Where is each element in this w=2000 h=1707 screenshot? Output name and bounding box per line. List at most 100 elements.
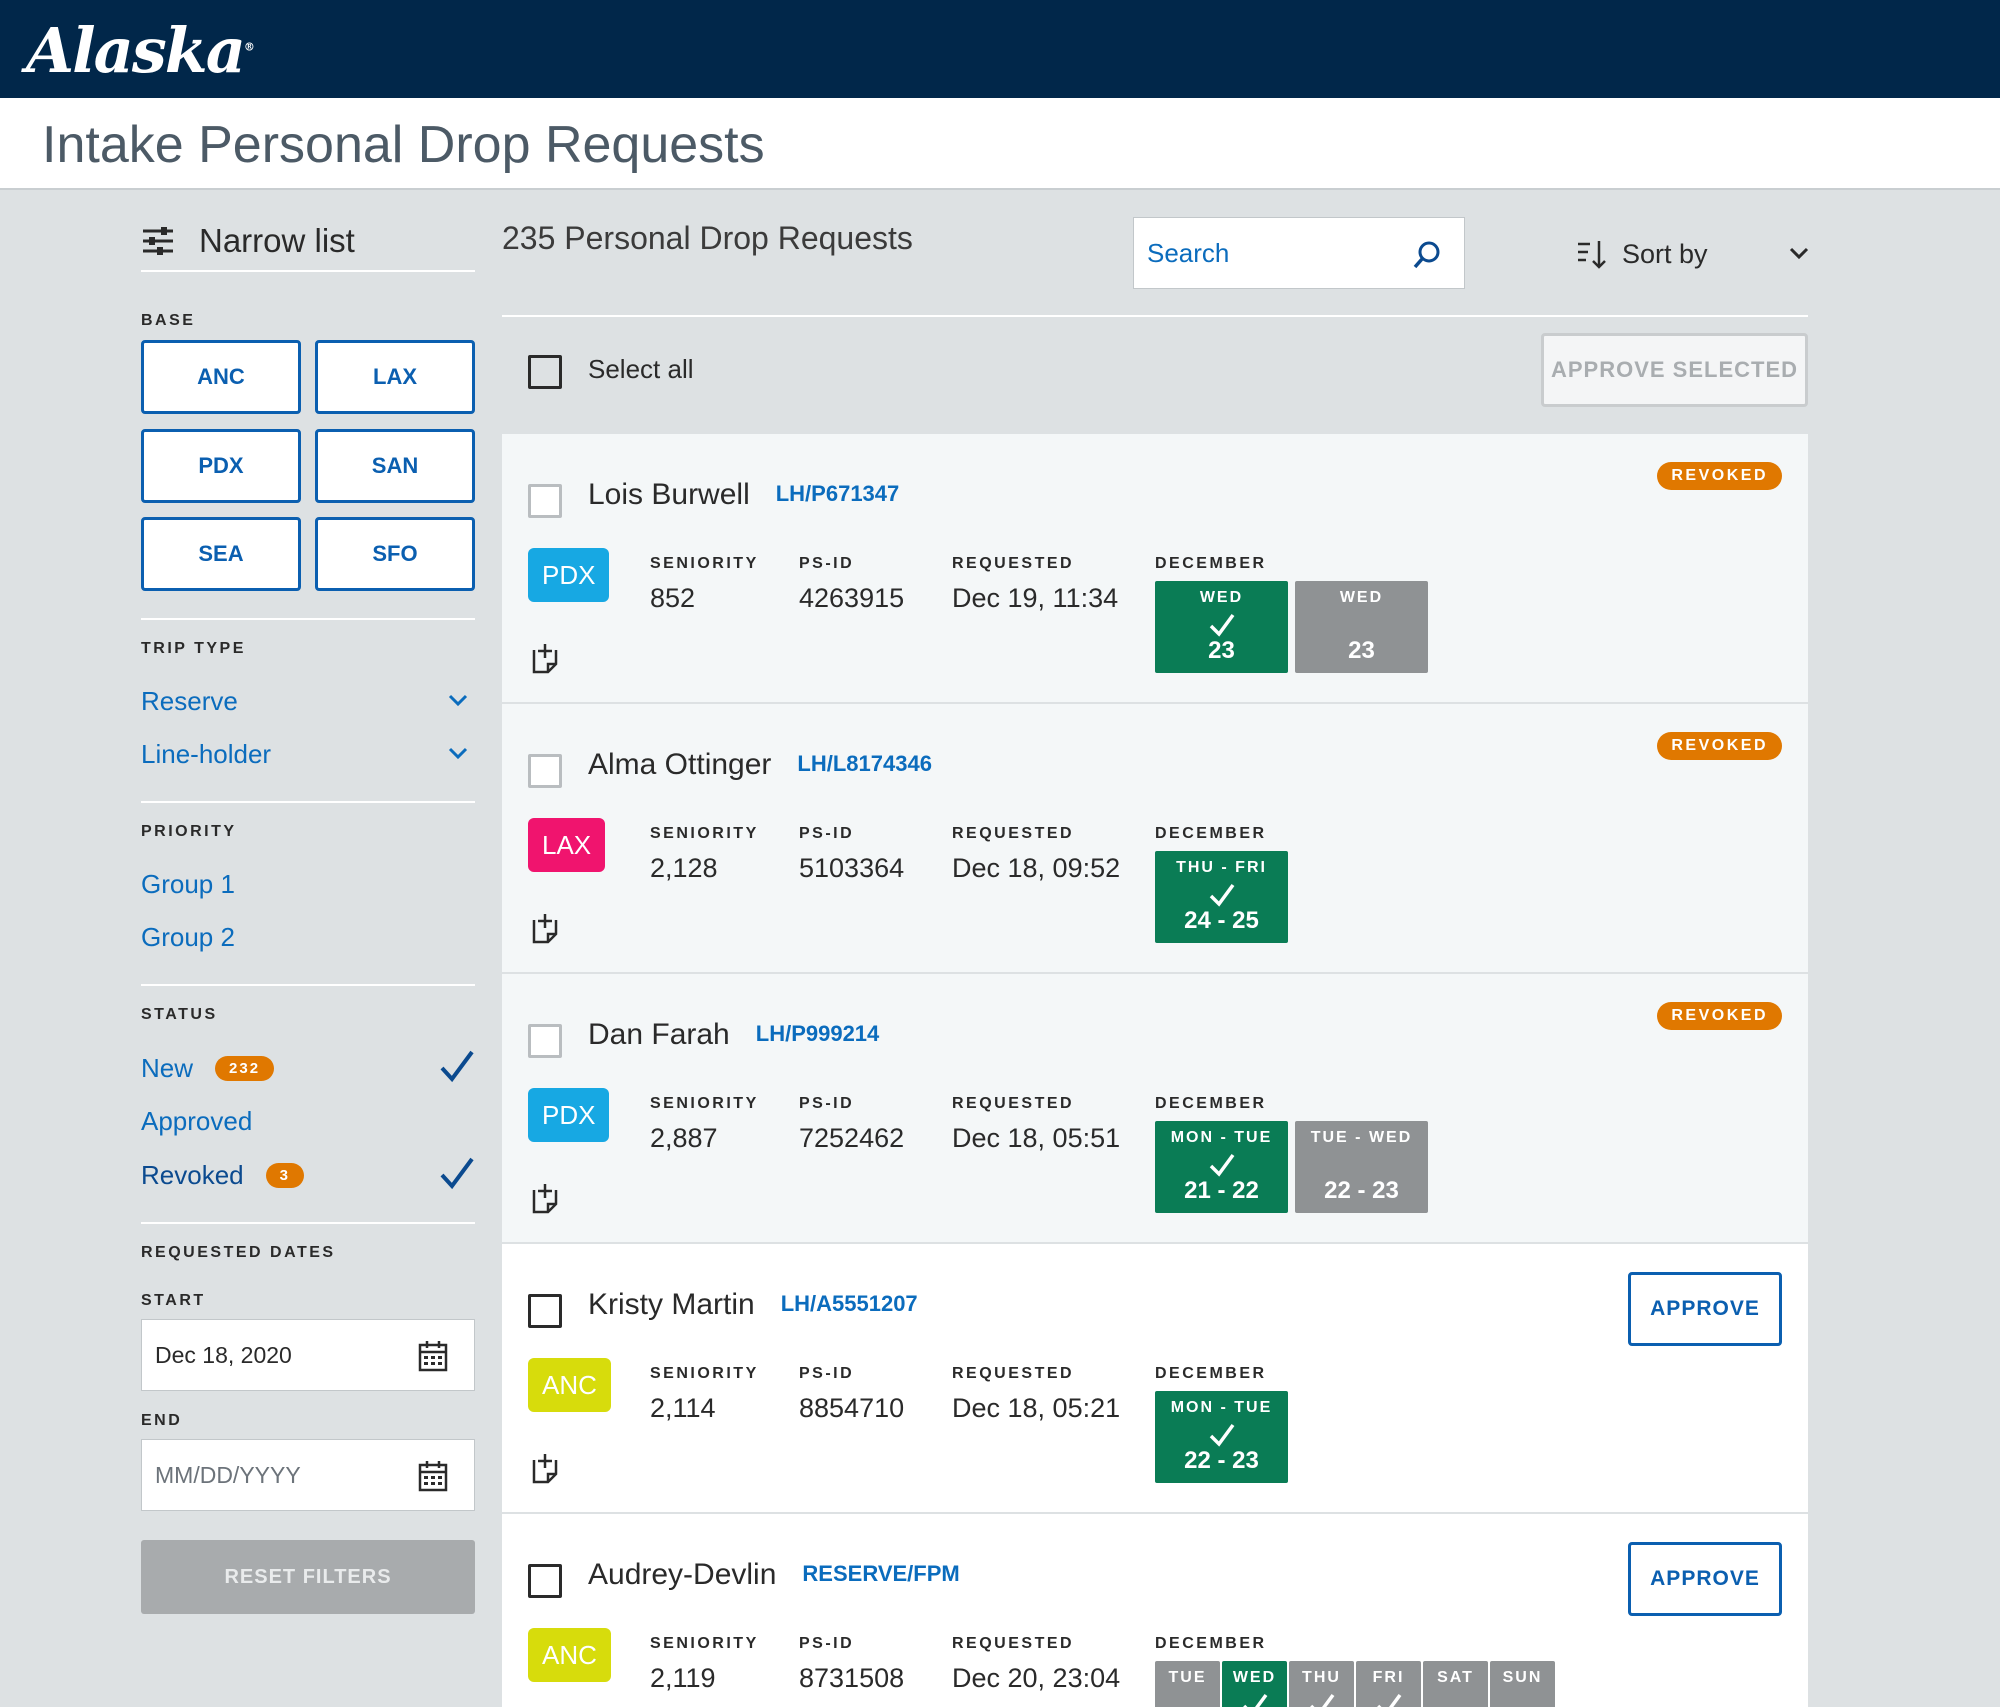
drop-day-tile[interactable]: THU [1289,1661,1354,1707]
drop-day-label: TUE - WED [1310,1129,1413,1146]
seniority-label: SENIORITY [650,1635,759,1652]
check-icon [1376,1693,1401,1707]
psid-value: 4263915 [799,583,905,613]
crew-member-code-link[interactable]: LH/L8174346 [797,751,932,776]
seniority-label: SENIORITY [650,555,759,572]
request-checkbox[interactable] [528,1564,562,1598]
drop-day-tile[interactable]: TUE - WED 22 - 23 [1295,1121,1428,1213]
chevron-down-icon [1789,247,1809,260]
psid-label: PS-ID [799,1365,855,1382]
base-filter-san[interactable]: SAN [315,429,475,503]
drop-day-tile[interactable]: FRI [1356,1661,1421,1707]
requested-value: Dec 20, 23:04 [952,1663,1121,1693]
status-new[interactable]: New 232 [141,1048,475,1088]
base-tag: PDX [528,1088,610,1142]
base-tag: ANC [528,1358,611,1412]
top-bar: Alaska® [0,0,2000,98]
request-count-heading: 235 Personal Drop Requests [502,220,913,256]
start-date-input[interactable]: Dec 18, 2020 [141,1319,475,1391]
search-placeholder: Search [1147,237,1230,268]
revoked-badge: REVOKED [1657,462,1782,490]
psid-value: 8731508 [799,1663,905,1693]
month-label: DECEMBER [1155,1635,1267,1652]
request-checkbox[interactable] [528,1024,562,1058]
check-icon [1209,613,1234,637]
approve-selected-button[interactable]: APPROVE SELECTED [1541,333,1808,407]
divider [502,315,1808,317]
request-card: Kristy Martin LH/A5551207 ANC SENIORITY 2,11… [502,1244,1808,1512]
request-checkbox[interactable] [528,1294,562,1328]
end-date-placeholder: MM/DD/YYYY [155,1461,301,1488]
drop-day-label: MON - TUE [1170,1129,1273,1146]
status-revoked[interactable]: Revoked 3 [141,1155,475,1195]
approve-button[interactable]: APPROVE [1628,1542,1782,1616]
base-filter-pdx[interactable]: PDX [141,429,301,503]
seniority-value: 2,119 [650,1663,716,1693]
status-revoked-count-badge: 3 [265,1162,304,1188]
drop-day-dates: 22 - 23 [1324,1177,1399,1204]
divider [141,1222,475,1224]
end-date-label: END [141,1412,183,1429]
crew-member-name: Kristy Martin [588,1288,755,1321]
trip-type-line-holder[interactable]: Line-holder [141,734,475,774]
add-note-icon[interactable] [528,912,562,946]
trip-type-section-label: TRIP TYPE [141,640,246,657]
revoked-badge: REVOKED [1657,732,1782,760]
drop-day-tile[interactable]: WED 23 [1155,581,1288,673]
drop-day-tile[interactable]: WED [1222,1661,1287,1707]
add-note-icon[interactable] [528,1182,562,1216]
sort-by-dropdown[interactable]: Sort by [1576,230,1810,278]
drop-day-tile[interactable]: THU - FRI 24 - 25 [1155,851,1288,943]
search-input[interactable]: Search [1133,217,1465,289]
requested-label: REQUESTED [952,1095,1075,1112]
trip-type-reserve[interactable]: Reserve [141,681,475,721]
base-tag: PDX [528,548,610,602]
base-filter-sfo[interactable]: SFO [315,517,475,591]
revoked-badge: REVOKED [1657,1002,1782,1030]
drop-day-tile[interactable]: MON - TUE 21 - 22 [1155,1121,1288,1213]
status-revoked-label: Revoked [141,1159,244,1190]
sort-by-label: Sort by [1622,238,1708,269]
base-tag: ANC [528,1628,611,1682]
select-all-label[interactable]: Select all [588,354,694,385]
drop-day-tile[interactable]: WED 23 [1295,581,1428,673]
select-all-checkbox[interactable] [528,355,562,389]
reset-filters-button[interactable]: RESET FILTERS [141,1540,475,1614]
priority-group-2[interactable]: Group 2 [141,917,475,957]
request-checkbox[interactable] [528,754,562,788]
divider [141,801,475,803]
requested-value: Dec 18, 09:52 [952,853,1121,883]
divider [141,984,475,986]
base-section-label: BASE [141,312,196,329]
seniority-label: SENIORITY [650,825,759,842]
status-approved[interactable]: Approved [141,1101,475,1141]
drop-day-tile[interactable]: TUE [1155,1661,1220,1707]
psid-value: 7252462 [799,1123,905,1153]
drop-day-tile[interactable]: SAT [1423,1661,1488,1707]
crew-member-code-link[interactable]: LH/P999214 [756,1021,880,1046]
approve-button[interactable]: APPROVE [1628,1272,1782,1346]
base-filter-lax[interactable]: LAX [315,340,475,414]
priority-group-1[interactable]: Group 1 [141,864,475,904]
drop-day-tile[interactable]: SUN [1490,1661,1555,1707]
request-checkbox[interactable] [528,484,562,518]
add-note-icon[interactable] [528,1452,562,1486]
status-approved-label: Approved [141,1105,253,1136]
end-date-input[interactable]: MM/DD/YYYY [141,1439,475,1511]
add-note-icon[interactable] [528,642,562,676]
request-card: Audrey-Devlin RESERVE/FPM ANC SENIORITY 2,11… [502,1514,1808,1707]
calendar-icon[interactable] [418,1460,448,1492]
drop-day-tile[interactable]: MON - TUE 22 - 23 [1155,1391,1288,1483]
requested-label: REQUESTED [952,555,1075,572]
crew-member-code-link[interactable]: RESERVE/FPM [802,1561,959,1586]
alaska-logo[interactable]: Alaska® [26,14,255,87]
check-icon [1209,883,1234,907]
crew-member-code-link[interactable]: LH/A5551207 [781,1291,918,1316]
check-icon [440,1050,474,1083]
base-filter-anc[interactable]: ANC [141,340,301,414]
crew-member-code-link[interactable]: LH/P671347 [776,481,900,506]
calendar-icon[interactable] [418,1340,448,1372]
search-icon[interactable] [1412,240,1442,270]
base-filter-sea[interactable]: SEA [141,517,301,591]
requested-label: REQUESTED [952,1365,1075,1382]
